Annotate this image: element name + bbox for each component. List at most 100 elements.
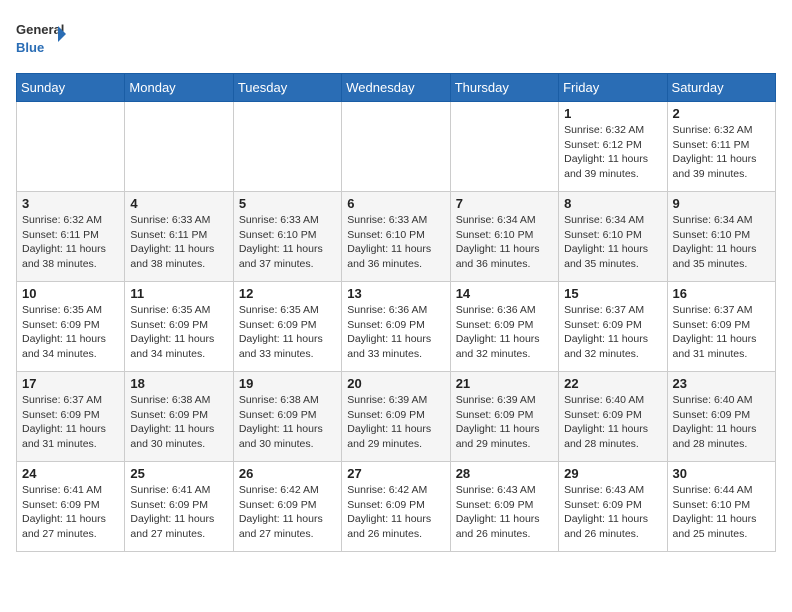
day-number: 2 <box>673 106 770 121</box>
day-number: 30 <box>673 466 770 481</box>
day-info: Sunrise: 6:43 AM Sunset: 6:09 PM Dayligh… <box>564 483 661 542</box>
calendar-cell: 1 Sunrise: 6:32 AM Sunset: 6:12 PM Daylig… <box>559 102 667 192</box>
calendar-week-row: 24 Sunrise: 6:41 AM Sunset: 6:09 PM Dayli… <box>17 462 776 552</box>
day-info: Sunrise: 6:34 AM Sunset: 6:10 PM Dayligh… <box>456 213 553 272</box>
day-number: 17 <box>22 376 119 391</box>
day-info: Sunrise: 6:34 AM Sunset: 6:10 PM Dayligh… <box>673 213 770 272</box>
day-number: 8 <box>564 196 661 211</box>
day-number: 23 <box>673 376 770 391</box>
calendar-cell: 8 Sunrise: 6:34 AM Sunset: 6:10 PM Daylig… <box>559 192 667 282</box>
day-info: Sunrise: 6:40 AM Sunset: 6:09 PM Dayligh… <box>564 393 661 452</box>
day-number: 9 <box>673 196 770 211</box>
calendar-cell: 25Sunrise: 6:41 AM Sunset: 6:09 PM Dayli… <box>125 462 233 552</box>
calendar-cell: 3 Sunrise: 6:32 AM Sunset: 6:11 PM Daylig… <box>17 192 125 282</box>
day-info: Sunrise: 6:37 AM Sunset: 6:09 PM Dayligh… <box>564 303 661 362</box>
calendar-cell: 4 Sunrise: 6:33 AM Sunset: 6:11 PM Daylig… <box>125 192 233 282</box>
calendar-cell: 11 Sunrise: 6:35 AM Sunset: 6:09 PM Dayli… <box>125 282 233 372</box>
calendar-cell: 27 Sunrise: 6:42 AM Sunset: 6:09 PM Dayli… <box>342 462 450 552</box>
weekday-header-saturday: Saturday <box>667 74 775 102</box>
day-number: 7 <box>456 196 553 211</box>
calendar-week-row: 10 Sunrise: 6:35 AM Sunset: 6:09 PM Dayli… <box>17 282 776 372</box>
day-info: Sunrise: 6:38 AM Sunset: 6:09 PM Dayligh… <box>130 393 227 452</box>
day-number: 26 <box>239 466 336 481</box>
calendar-week-row: 17 Sunrise: 6:37 AM Sunset: 6:09 PM Dayli… <box>17 372 776 462</box>
calendar-header-row: SundayMondayTuesdayWednesdayThursdayFrid… <box>17 74 776 102</box>
day-info: Sunrise: 6:35 AM Sunset: 6:09 PM Dayligh… <box>130 303 227 362</box>
calendar-cell: 12 Sunrise: 6:35 AM Sunset: 6:09 PM Dayli… <box>233 282 341 372</box>
day-number: 22 <box>564 376 661 391</box>
day-info: Sunrise: 6:44 AM Sunset: 6:10 PM Dayligh… <box>673 483 770 542</box>
day-info: Sunrise: 6:43 AM Sunset: 6:09 PM Dayligh… <box>456 483 553 542</box>
calendar-week-row: 1 Sunrise: 6:32 AM Sunset: 6:12 PM Daylig… <box>17 102 776 192</box>
weekday-header-sunday: Sunday <box>17 74 125 102</box>
day-info: Sunrise: 6:34 AM Sunset: 6:10 PM Dayligh… <box>564 213 661 272</box>
weekday-header-thursday: Thursday <box>450 74 558 102</box>
calendar-cell: 22 Sunrise: 6:40 AM Sunset: 6:09 PM Dayli… <box>559 372 667 462</box>
weekday-header-monday: Monday <box>125 74 233 102</box>
calendar-table: SundayMondayTuesdayWednesdayThursdayFrid… <box>16 73 776 552</box>
calendar-cell: 20Sunrise: 6:39 AM Sunset: 6:09 PM Dayli… <box>342 372 450 462</box>
weekday-header-wednesday: Wednesday <box>342 74 450 102</box>
calendar-cell: 2 Sunrise: 6:32 AM Sunset: 6:11 PM Daylig… <box>667 102 775 192</box>
day-number: 12 <box>239 286 336 301</box>
calendar-cell: 7 Sunrise: 6:34 AM Sunset: 6:10 PM Daylig… <box>450 192 558 282</box>
day-number: 27 <box>347 466 444 481</box>
day-number: 3 <box>22 196 119 211</box>
calendar-cell: 15Sunrise: 6:37 AM Sunset: 6:09 PM Dayli… <box>559 282 667 372</box>
day-number: 20 <box>347 376 444 391</box>
day-number: 10 <box>22 286 119 301</box>
calendar-cell: 29 Sunrise: 6:43 AM Sunset: 6:09 PM Dayli… <box>559 462 667 552</box>
svg-text:Blue: Blue <box>16 40 44 55</box>
day-number: 1 <box>564 106 661 121</box>
day-number: 21 <box>456 376 553 391</box>
day-info: Sunrise: 6:35 AM Sunset: 6:09 PM Dayligh… <box>239 303 336 362</box>
day-info: Sunrise: 6:42 AM Sunset: 6:09 PM Dayligh… <box>347 483 444 542</box>
day-info: Sunrise: 6:37 AM Sunset: 6:09 PM Dayligh… <box>22 393 119 452</box>
calendar-cell: 17 Sunrise: 6:37 AM Sunset: 6:09 PM Dayli… <box>17 372 125 462</box>
day-number: 4 <box>130 196 227 211</box>
svg-text:General: General <box>16 22 64 37</box>
calendar-cell: 9 Sunrise: 6:34 AM Sunset: 6:10 PM Daylig… <box>667 192 775 282</box>
day-info: Sunrise: 6:39 AM Sunset: 6:09 PM Dayligh… <box>456 393 553 452</box>
day-info: Sunrise: 6:41 AM Sunset: 6:09 PM Dayligh… <box>130 483 227 542</box>
weekday-header-tuesday: Tuesday <box>233 74 341 102</box>
day-info: Sunrise: 6:32 AM Sunset: 6:11 PM Dayligh… <box>22 213 119 272</box>
calendar-cell: 5 Sunrise: 6:33 AM Sunset: 6:10 PM Daylig… <box>233 192 341 282</box>
calendar-cell: 26Sunrise: 6:42 AM Sunset: 6:09 PM Dayli… <box>233 462 341 552</box>
day-number: 24 <box>22 466 119 481</box>
logo-svg: General Blue <box>16 16 66 61</box>
calendar-week-row: 3 Sunrise: 6:32 AM Sunset: 6:11 PM Daylig… <box>17 192 776 282</box>
calendar-cell: 18 Sunrise: 6:38 AM Sunset: 6:09 PM Dayli… <box>125 372 233 462</box>
calendar-cell: 19Sunrise: 6:38 AM Sunset: 6:09 PM Dayli… <box>233 372 341 462</box>
page-header: General Blue <box>16 16 776 61</box>
day-number: 19 <box>239 376 336 391</box>
weekday-header-friday: Friday <box>559 74 667 102</box>
calendar-cell: 13 Sunrise: 6:36 AM Sunset: 6:09 PM Dayli… <box>342 282 450 372</box>
calendar-cell <box>233 102 341 192</box>
calendar-cell <box>450 102 558 192</box>
day-number: 11 <box>130 286 227 301</box>
day-info: Sunrise: 6:33 AM Sunset: 6:10 PM Dayligh… <box>239 213 336 272</box>
day-number: 14 <box>456 286 553 301</box>
day-number: 5 <box>239 196 336 211</box>
day-info: Sunrise: 6:36 AM Sunset: 6:09 PM Dayligh… <box>347 303 444 362</box>
day-info: Sunrise: 6:41 AM Sunset: 6:09 PM Dayligh… <box>22 483 119 542</box>
calendar-cell: 14Sunrise: 6:36 AM Sunset: 6:09 PM Dayli… <box>450 282 558 372</box>
day-number: 29 <box>564 466 661 481</box>
calendar-cell <box>125 102 233 192</box>
day-info: Sunrise: 6:32 AM Sunset: 6:12 PM Dayligh… <box>564 123 661 182</box>
day-number: 13 <box>347 286 444 301</box>
day-info: Sunrise: 6:33 AM Sunset: 6:10 PM Dayligh… <box>347 213 444 272</box>
calendar-cell <box>342 102 450 192</box>
calendar-cell <box>17 102 125 192</box>
day-number: 28 <box>456 466 553 481</box>
calendar-cell: 28 Sunrise: 6:43 AM Sunset: 6:09 PM Dayli… <box>450 462 558 552</box>
day-info: Sunrise: 6:32 AM Sunset: 6:11 PM Dayligh… <box>673 123 770 182</box>
day-info: Sunrise: 6:35 AM Sunset: 6:09 PM Dayligh… <box>22 303 119 362</box>
calendar-cell: 30 Sunrise: 6:44 AM Sunset: 6:10 PM Dayli… <box>667 462 775 552</box>
day-number: 18 <box>130 376 227 391</box>
calendar-cell: 23Sunrise: 6:40 AM Sunset: 6:09 PM Dayli… <box>667 372 775 462</box>
day-info: Sunrise: 6:33 AM Sunset: 6:11 PM Dayligh… <box>130 213 227 272</box>
day-number: 16 <box>673 286 770 301</box>
logo: General Blue <box>16 16 66 61</box>
